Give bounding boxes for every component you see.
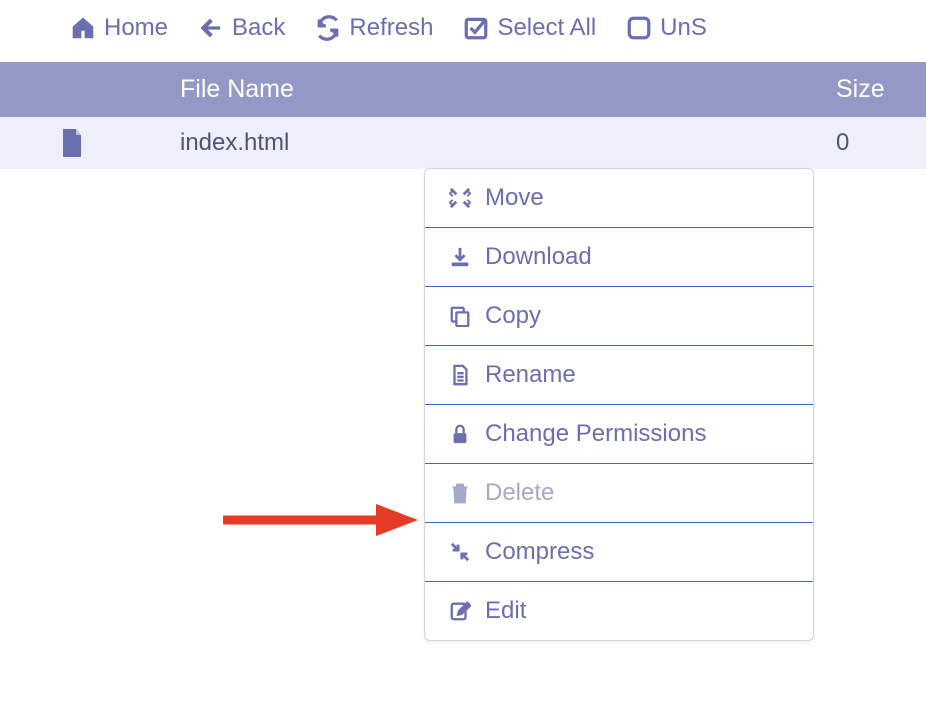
select-all-button[interactable]: Select All (463, 14, 596, 42)
unselect-label: UnS (660, 14, 707, 42)
download-icon (447, 246, 473, 268)
context-menu: Move Download Copy Rename Change Permiss… (424, 168, 814, 641)
home-label: Home (104, 14, 168, 42)
menu-edit[interactable]: Edit (425, 582, 813, 640)
back-label: Back (232, 14, 285, 42)
header-size[interactable]: Size (836, 75, 926, 104)
move-icon (447, 187, 473, 209)
home-icon (70, 15, 96, 41)
menu-move-label: Move (485, 184, 544, 212)
menu-rename-label: Rename (485, 361, 576, 389)
copy-icon (447, 305, 473, 327)
edit-icon (447, 600, 473, 622)
header-icon-col (0, 75, 180, 104)
unselect-button[interactable]: UnS (626, 14, 707, 42)
menu-copy[interactable]: Copy (425, 287, 813, 346)
refresh-icon (315, 15, 341, 41)
home-button[interactable]: Home (70, 14, 168, 42)
check-square-icon (463, 15, 489, 41)
menu-edit-label: Edit (485, 597, 526, 625)
menu-download[interactable]: Download (425, 228, 813, 287)
header-filename[interactable]: File Name (180, 75, 836, 104)
refresh-button[interactable]: Refresh (315, 14, 433, 42)
lock-icon (447, 423, 473, 445)
empty-square-icon (626, 15, 652, 41)
file-icon (60, 129, 84, 157)
menu-change-permissions-label: Change Permissions (485, 420, 706, 448)
file-size: 0 (836, 129, 926, 157)
refresh-label: Refresh (349, 14, 433, 42)
menu-move[interactable]: Move (425, 169, 813, 228)
menu-delete-label: Delete (485, 479, 554, 507)
menu-download-label: Download (485, 243, 592, 271)
table-header: File Name Size (0, 62, 926, 117)
menu-compress[interactable]: Compress (425, 523, 813, 582)
select-all-label: Select All (497, 14, 596, 42)
file-icon-cell (0, 129, 180, 157)
menu-compress-label: Compress (485, 538, 594, 566)
table-row[interactable]: index.html 0 (0, 117, 926, 169)
menu-change-permissions[interactable]: Change Permissions (425, 405, 813, 464)
menu-rename[interactable]: Rename (425, 346, 813, 405)
trash-icon (447, 482, 473, 504)
file-name: index.html (180, 129, 836, 157)
menu-delete[interactable]: Delete (425, 464, 813, 523)
back-button[interactable]: Back (198, 14, 285, 42)
compress-icon (447, 541, 473, 563)
back-arrow-icon (198, 15, 224, 41)
toolbar: Home Back Refresh Select All UnS (0, 0, 926, 56)
menu-copy-label: Copy (485, 302, 541, 330)
rename-icon (447, 364, 473, 386)
annotation-arrow (218, 500, 418, 540)
